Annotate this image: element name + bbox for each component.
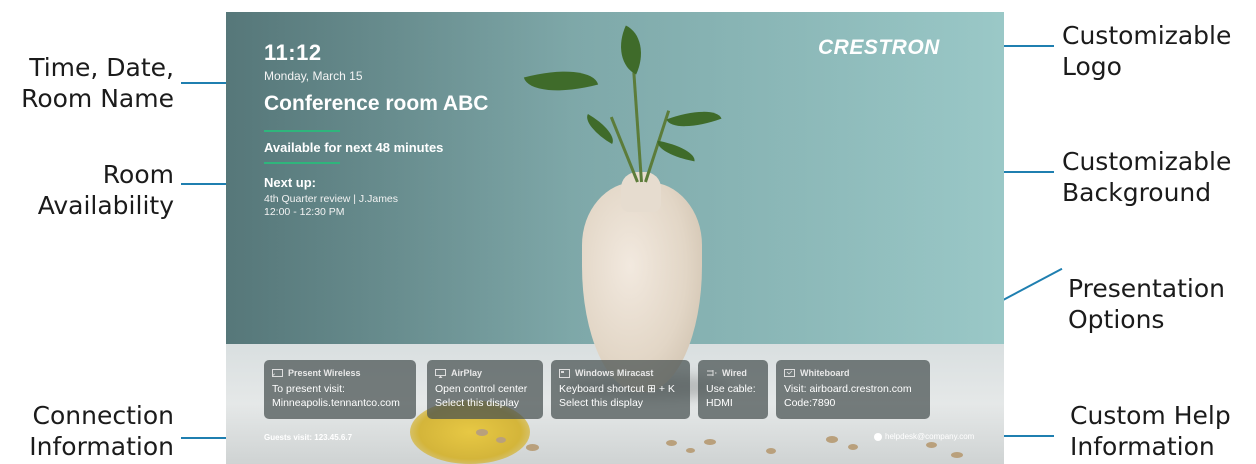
card-line: Minneapolis.tennantco.com (272, 397, 400, 409)
annotation-time-date-room: Time, Date, Room Name (21, 53, 174, 113)
annotation-customizable-background: Customizable Background (1062, 147, 1232, 207)
accent-divider (264, 130, 340, 132)
cable-icon (707, 369, 717, 376)
card-line: Select this display (435, 397, 520, 409)
airplay-icon (435, 368, 446, 378)
crestron-logo: CRESTRON (818, 36, 940, 59)
help-icon (874, 432, 882, 441)
availability-status: Available for next 48 minutes (264, 140, 444, 155)
pebble (496, 437, 506, 443)
card-title: Windows Miracast (575, 368, 654, 378)
annotation-presentation-options: Presentation Options (1068, 274, 1226, 334)
next-meeting: 4th Quarter review | J.James 12:00 - 12:… (264, 193, 398, 219)
miracast-icon (559, 368, 570, 378)
card-title: Present Wireless (288, 368, 361, 378)
card-wired[interactable]: Wired Use cable: HDMI (698, 360, 768, 419)
card-line: Keyboard shortcut ⊞ + K (559, 383, 675, 395)
pebble (826, 436, 838, 443)
card-airplay[interactable]: AirPlay Open control center Select this … (427, 360, 543, 419)
annotation-customizable-logo: Customizable Logo (1062, 21, 1232, 81)
room-name: Conference room ABC (264, 92, 489, 115)
accent-divider (264, 162, 340, 164)
card-line: Open control center (435, 383, 528, 395)
card-line: Select this display (559, 397, 644, 409)
pebble (926, 442, 937, 448)
next-up-label: Next up: (264, 175, 316, 190)
card-line: Code:7890 (784, 397, 836, 409)
pebble (848, 444, 858, 450)
pebble (766, 448, 776, 454)
annotation-custom-help: Custom Help Information (1070, 401, 1231, 461)
current-date: Monday, March 15 (264, 69, 363, 83)
card-line: To present visit: (272, 383, 345, 395)
clock-time: 11:12 (264, 40, 322, 65)
card-title: AirPlay (451, 368, 483, 378)
pebble (476, 429, 488, 436)
card-whiteboard[interactable]: Whiteboard Visit: airboard.crestron.com … (776, 360, 930, 419)
cast-icon (272, 368, 283, 377)
card-line: HDMI (706, 397, 733, 409)
card-windows-miracast[interactable]: Windows Miracast Keyboard shortcut ⊞ + K… (551, 360, 690, 419)
annotation-connection-information: Connection Information (29, 401, 174, 461)
help-email: helpdesk@company.com (885, 432, 975, 441)
room-display-screen: 11:12 Monday, March 15 Conference room A… (226, 12, 1004, 464)
next-meeting-title: 4th Quarter review | J.James (264, 193, 399, 205)
whiteboard-icon (784, 368, 795, 377)
card-title: Wired (722, 368, 747, 378)
next-meeting-time: 12:00 - 12:30 PM (264, 206, 345, 218)
card-title: Whiteboard (800, 368, 850, 378)
pebble (526, 444, 539, 451)
card-line: Visit: airboard.crestron.com (784, 383, 912, 395)
pebble (951, 452, 963, 458)
annotation-room-availability: Room Availability (37, 160, 174, 220)
card-line: Use cable: (706, 383, 756, 395)
pebble (686, 448, 695, 453)
help-contact[interactable]: helpdesk@company.com (874, 432, 974, 441)
pebble (704, 439, 716, 445)
pebble (666, 440, 677, 446)
guests-visit-info: Guests visit: 123.45.6.7 (264, 433, 353, 442)
card-present-wireless[interactable]: Present Wireless To present visit: Minne… (264, 360, 416, 419)
